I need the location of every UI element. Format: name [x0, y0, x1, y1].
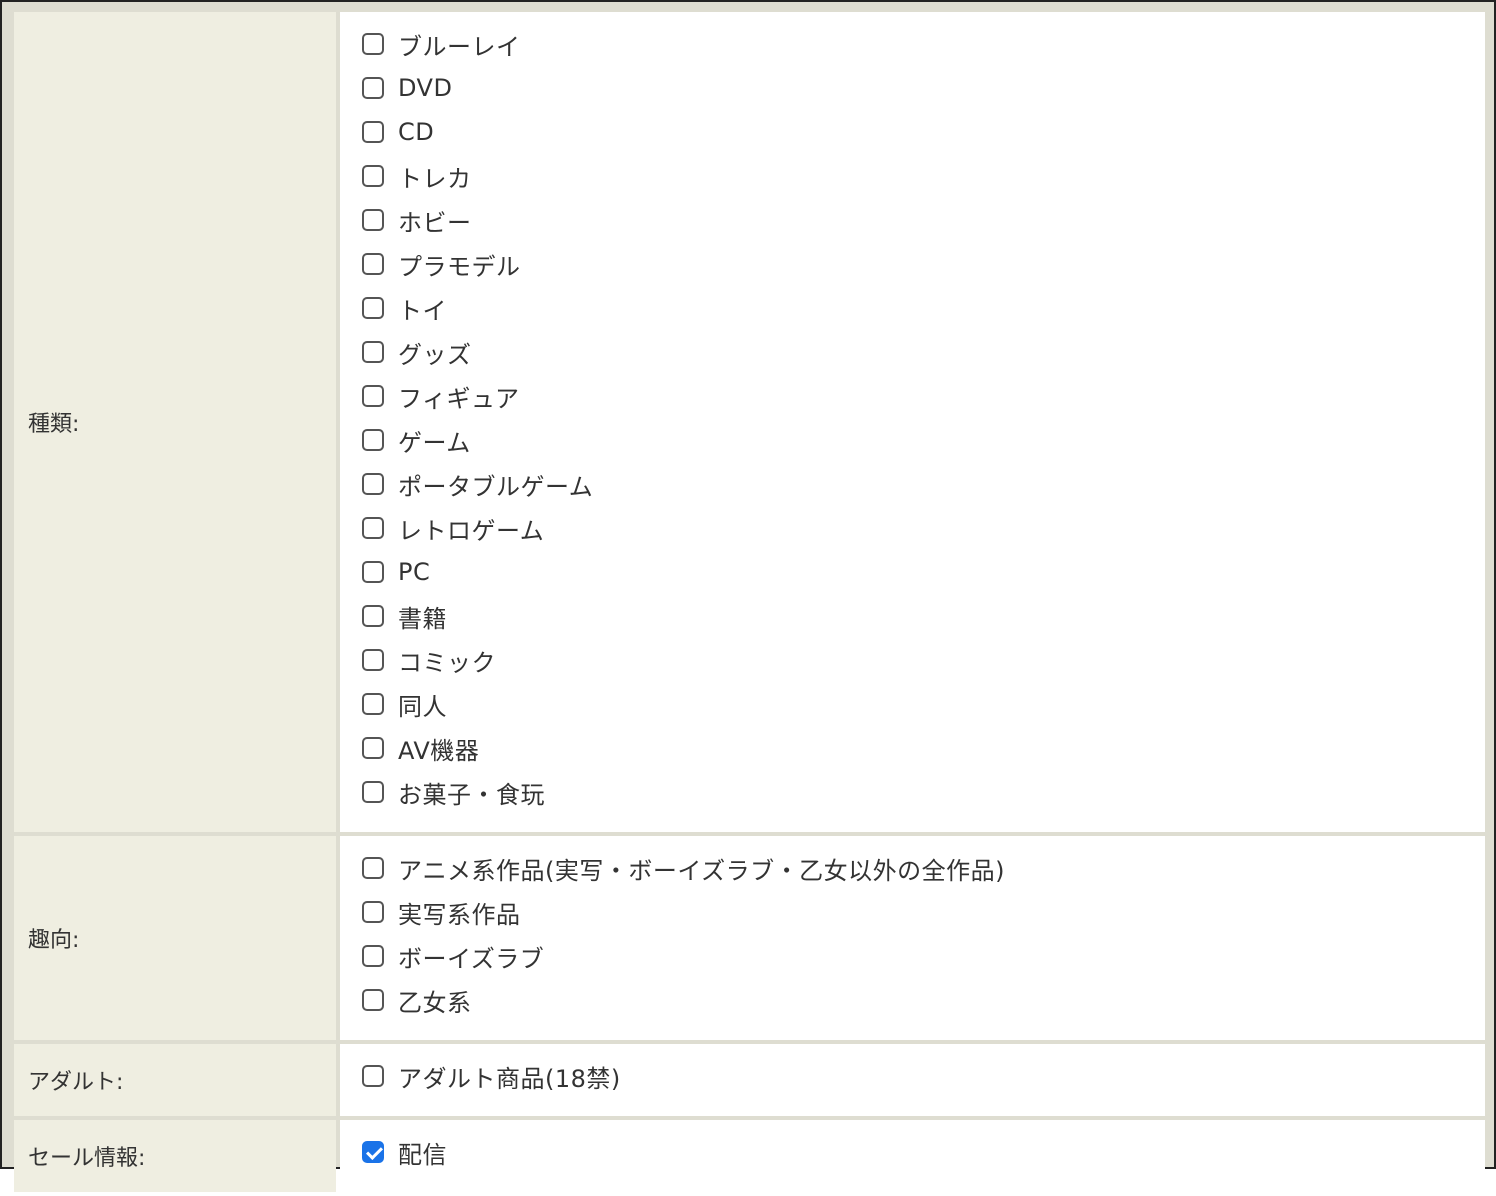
option-label: お菓子・食玩 [398, 780, 545, 809]
type-options: ブルーレイ DVD CD トレカ ホビー プラモデル トイ グッズ フィギュア … [340, 12, 1485, 832]
option-label: レトロゲーム [398, 516, 545, 545]
checkbox[interactable] [362, 693, 384, 715]
checkbox[interactable] [362, 989, 384, 1011]
option-label: ホビー [398, 208, 472, 237]
checkbox[interactable] [362, 341, 384, 363]
form-frame: 種類: ブルーレイ DVD CD トレカ ホビー プラモデル トイ グッズ フィ… [0, 0, 1496, 1192]
row-genre: 趣向: アニメ系作品(実写・ボーイズラブ・乙女以外の全作品) 実写系作品 ボーイ… [14, 836, 1485, 1040]
option-label: AV機器 [398, 736, 480, 765]
option-label: 配信 [398, 1140, 447, 1169]
option-live-action[interactable]: 実写系作品 [362, 892, 1485, 936]
option-label: CD [398, 118, 435, 146]
option-doujin[interactable]: 同人 [362, 684, 1485, 728]
checkbox[interactable] [362, 561, 384, 583]
checkbox[interactable] [362, 945, 384, 967]
checkbox[interactable] [362, 165, 384, 187]
adult-label: アダルト: [14, 1044, 336, 1116]
option-label: ブルーレイ [398, 32, 521, 61]
sale-info-label: セール情報: [14, 1120, 336, 1192]
option-trading-cards[interactable]: トレカ [362, 156, 1485, 200]
option-bluray[interactable]: ブルーレイ [362, 24, 1485, 68]
type-label: 種類: [14, 12, 336, 832]
option-books[interactable]: 書籍 [362, 596, 1485, 640]
option-hobby[interactable]: ホビー [362, 200, 1485, 244]
option-label: 実写系作品 [398, 900, 521, 929]
checkbox[interactable] [362, 77, 384, 99]
option-label: ゲーム [398, 428, 471, 457]
checkbox[interactable] [362, 649, 384, 671]
genre-options: アニメ系作品(実写・ボーイズラブ・乙女以外の全作品) 実写系作品 ボーイズラブ … [340, 836, 1485, 1040]
option-game[interactable]: ゲーム [362, 420, 1485, 464]
option-pc[interactable]: PC [362, 552, 1485, 596]
option-figure[interactable]: フィギュア [362, 376, 1485, 420]
checkbox[interactable] [362, 605, 384, 627]
option-boys-love[interactable]: ボーイズラブ [362, 936, 1485, 980]
checkbox[interactable] [362, 297, 384, 319]
option-av-equipment[interactable]: AV機器 [362, 728, 1485, 772]
option-label: 乙女系 [398, 988, 472, 1017]
option-label: グッズ [398, 340, 472, 369]
option-otome[interactable]: 乙女系 [362, 980, 1485, 1024]
checkbox[interactable] [362, 253, 384, 275]
option-goods[interactable]: グッズ [362, 332, 1485, 376]
checkbox[interactable] [362, 781, 384, 803]
checkbox[interactable] [362, 473, 384, 495]
option-label: アニメ系作品(実写・ボーイズラブ・乙女以外の全作品) [398, 856, 1006, 885]
option-label: トレカ [398, 164, 472, 193]
option-label: ポータブルゲーム [398, 472, 594, 501]
option-label: アダルト商品(18禁) [398, 1064, 621, 1093]
checkbox-checked[interactable] [362, 1141, 384, 1163]
option-cd[interactable]: CD [362, 112, 1485, 156]
checkbox[interactable] [362, 517, 384, 539]
option-label: 同人 [398, 692, 447, 721]
row-adult: アダルト: アダルト商品(18禁) [14, 1044, 1485, 1116]
option-label: コミック [398, 648, 496, 677]
option-distribution[interactable]: 配信 [362, 1132, 1485, 1176]
checkbox[interactable] [362, 1065, 384, 1087]
checkbox[interactable] [362, 429, 384, 451]
option-label: PC [398, 558, 431, 586]
option-comic[interactable]: コミック [362, 640, 1485, 684]
row-sale-info: セール情報: 配信 [14, 1120, 1485, 1192]
search-filter-table: 種類: ブルーレイ DVD CD トレカ ホビー プラモデル トイ グッズ フィ… [10, 8, 1489, 1196]
checkbox[interactable] [362, 209, 384, 231]
option-dvd[interactable]: DVD [362, 68, 1485, 112]
checkbox[interactable] [362, 121, 384, 143]
option-label: 書籍 [398, 604, 447, 633]
option-label: ボーイズラブ [398, 944, 545, 973]
option-snacks-toys[interactable]: お菓子・食玩 [362, 772, 1485, 816]
option-anime-works[interactable]: アニメ系作品(実写・ボーイズラブ・乙女以外の全作品) [362, 848, 1485, 892]
option-label: プラモデル [398, 252, 521, 281]
checkbox[interactable] [362, 33, 384, 55]
option-adult-products[interactable]: アダルト商品(18禁) [362, 1056, 1485, 1100]
option-portable-game[interactable]: ポータブルゲーム [362, 464, 1485, 508]
option-retro-game[interactable]: レトロゲーム [362, 508, 1485, 552]
option-label: トイ [398, 296, 447, 325]
sale-info-options: 配信 [340, 1120, 1485, 1192]
option-label: DVD [398, 74, 453, 102]
checkbox[interactable] [362, 857, 384, 879]
checkbox[interactable] [362, 737, 384, 759]
adult-options: アダルト商品(18禁) [340, 1044, 1485, 1116]
checkbox[interactable] [362, 901, 384, 923]
option-label: フィギュア [398, 384, 520, 413]
option-plastic-model[interactable]: プラモデル [362, 244, 1485, 288]
genre-label: 趣向: [14, 836, 336, 1040]
checkbox[interactable] [362, 385, 384, 407]
option-toy[interactable]: トイ [362, 288, 1485, 332]
row-type: 種類: ブルーレイ DVD CD トレカ ホビー プラモデル トイ グッズ フィ… [14, 12, 1485, 832]
